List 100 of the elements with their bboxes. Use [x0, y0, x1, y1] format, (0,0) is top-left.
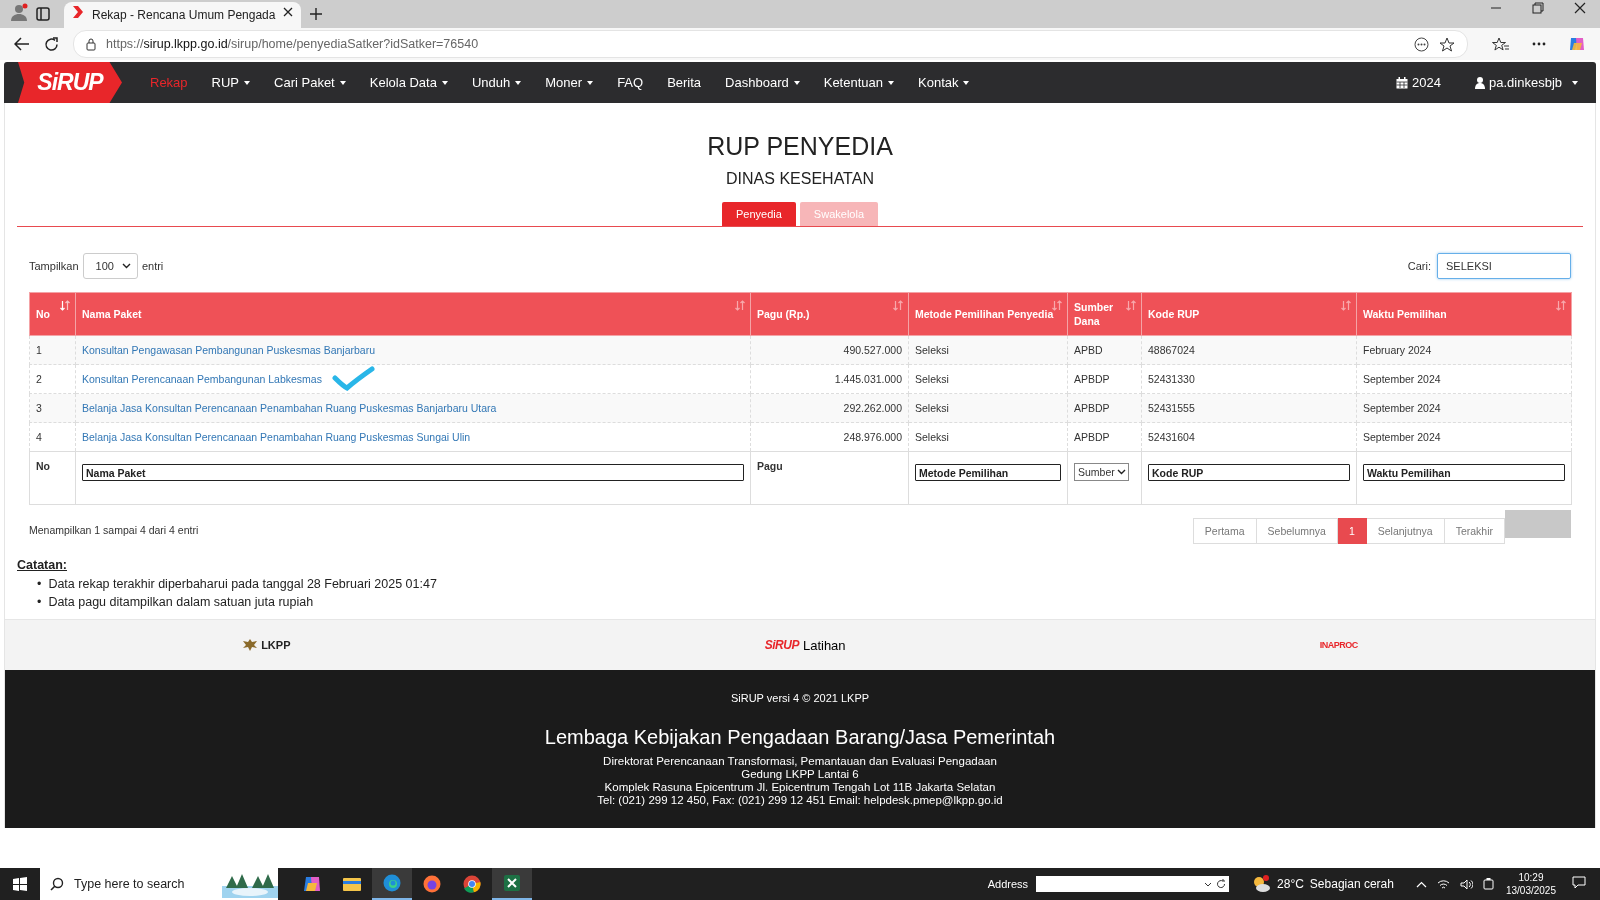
- battery-icon[interactable]: [1482, 878, 1494, 890]
- notification-icon[interactable]: [1572, 876, 1586, 889]
- url-text: https://sirup.lkpp.go.id/sirup/home/penyediaSatker?idSatker=76540: [106, 37, 480, 51]
- refresh-icon[interactable]: [44, 36, 59, 52]
- package-link[interactable]: Konsultan Perencanaan Pembangunan Labkesmas: [82, 373, 322, 385]
- chevron-down-icon: [121, 263, 131, 269]
- column-header[interactable]: No: [29, 292, 76, 336]
- column-header[interactable]: Nama Paket: [75, 292, 751, 336]
- browser-tab[interactable]: Rekap - Rencana Umum Pengada: [64, 2, 302, 28]
- filter-label: No: [29, 451, 76, 505]
- filter-field[interactable]: Waktu Pemilihan: [1363, 464, 1565, 481]
- more-icon[interactable]: [1532, 42, 1546, 46]
- filter-field[interactable]: Nama Paket: [82, 464, 744, 481]
- note-item: Data rekap terakhir diperbaharui pada tanggal 28 Februari 2025 01:47: [48, 576, 437, 593]
- page-subtitle: DINAS KESEHATAN: [725, 170, 875, 188]
- edge-icon[interactable]: [382, 873, 402, 893]
- excel-icon[interactable]: [502, 873, 522, 893]
- copilot-icon[interactable]: [302, 874, 322, 894]
- show-label: Tampilkan: [29, 260, 79, 272]
- page-button[interactable]: Selanjutnya: [1366, 518, 1445, 544]
- year-menu[interactable]: 2024: [1390, 74, 1447, 91]
- table-cell: 4: [29, 422, 76, 452]
- chevron-up-icon[interactable]: [1415, 880, 1427, 888]
- footer-version: SiRUP versi 4 © 2021 LKPP: [730, 692, 870, 704]
- nav-menu-item[interactable]: Unduh: [459, 62, 534, 103]
- column-header[interactable]: Kode RUP: [1141, 292, 1357, 336]
- footer-line: Direktorat Perencanaan Transformasi, Pemantauan dan Evaluasi Pengadaan: [602, 755, 998, 768]
- close-icon[interactable]: [283, 6, 294, 17]
- new-tab-icon[interactable]: [309, 7, 324, 21]
- lkpp-logo[interactable]: LKPP: [242, 638, 291, 652]
- firefox-icon[interactable]: [422, 874, 442, 894]
- table-cell: 1: [29, 335, 76, 365]
- column-header[interactable]: Metode Pemilihan Penyedia: [908, 292, 1068, 336]
- page-size-select[interactable]: 100: [82, 253, 138, 279]
- checkmark-icon: [331, 366, 376, 392]
- wifi-icon[interactable]: [1436, 878, 1450, 890]
- nav-menu-item[interactable]: Rekap: [138, 62, 200, 103]
- address-field[interactable]: [1036, 876, 1230, 892]
- speaker-icon[interactable]: [1459, 878, 1473, 890]
- table-cell: Seleksi: [908, 335, 1068, 365]
- chevron-down-icon: [1204, 881, 1213, 887]
- clock-time: 10:29: [1517, 871, 1545, 884]
- search-field[interactable]: SELEKSI: [1437, 253, 1571, 279]
- footer-line: Komplek Rasuna Epicentrum Jl. Epicentrum Tengah Lot 11B Jakarta Selatan: [603, 781, 997, 794]
- nav-menu-item[interactable]: Dashboard: [713, 62, 812, 103]
- note-item: Data pagu ditampilkan dalam satuan juta rupiah: [48, 594, 314, 611]
- tab-actions-icon[interactable]: [36, 7, 50, 21]
- profile-icon[interactable]: [10, 3, 28, 21]
- calendar-icon: [1396, 76, 1409, 89]
- chevron-icon: [72, 4, 84, 19]
- page-button[interactable]: 1: [1337, 518, 1367, 544]
- sort-icon[interactable]: [60, 300, 70, 311]
- chevron-down-icon: [1116, 469, 1126, 475]
- package-link[interactable]: Konsultan Pengawasan Pembangunan Puskesmas Banjarbaru: [82, 344, 376, 356]
- table-cell: 3: [29, 393, 76, 423]
- weather-icon[interactable]: [1251, 875, 1272, 893]
- table-cell: 490.527.000: [750, 335, 909, 365]
- tab[interactable]: Penyedia: [722, 202, 796, 226]
- table-cell: 52431330: [1141, 364, 1357, 394]
- close-icon[interactable]: [1574, 2, 1586, 14]
- column-header[interactable]: Waktu Pemilihan: [1356, 292, 1572, 336]
- nav-menu-item[interactable]: Kelola Data: [357, 62, 460, 103]
- nav-menu-item[interactable]: Cari Paket: [262, 62, 358, 103]
- taskbar-search[interactable]: Type here to search: [40, 868, 278, 900]
- table-cell: Seleksi: [908, 393, 1068, 423]
- page-button[interactable]: Sebelumnya: [1256, 518, 1338, 544]
- bullet: •: [37, 594, 42, 611]
- filter-select[interactable]: Sumber: [1074, 463, 1129, 481]
- nav-menu-item[interactable]: FAQ: [605, 62, 656, 103]
- page-button[interactable]: Terakhir: [1444, 518, 1505, 544]
- star-icon[interactable]: [1439, 36, 1455, 52]
- refresh-icon[interactable]: [1216, 879, 1227, 889]
- table-cell: 48867024: [1141, 335, 1357, 365]
- filter-field[interactable]: Metode Pemilihan: [915, 464, 1061, 481]
- sirup-logo[interactable]: SiRUP: [764, 638, 799, 652]
- nav-menu-item[interactable]: Kontak: [906, 62, 982, 103]
- address-bar[interactable]: https://sirup.lkpp.go.id/sirup/home/penyediaSatker?idSatker=76540: [73, 30, 1468, 58]
- column-header[interactable]: Pagu (Rp.): [750, 292, 909, 336]
- filter-field[interactable]: Kode RUP: [1148, 464, 1350, 481]
- chrome-icon[interactable]: [462, 874, 482, 894]
- back-icon[interactable]: [14, 37, 30, 51]
- windows-icon[interactable]: [13, 877, 27, 891]
- nav-menu-item[interactable]: Moner: [533, 62, 606, 103]
- user-menu[interactable]: pa.dinkesbjb: [1469, 74, 1584, 91]
- page-button[interactable]: Pertama: [1192, 518, 1257, 544]
- table-cell: February 2024: [1356, 335, 1572, 365]
- restore-icon[interactable]: [1532, 2, 1544, 14]
- nav-menu-item[interactable]: RUP: [199, 62, 263, 103]
- favorites-icon[interactable]: [1492, 36, 1510, 52]
- logo-caption: Latihan: [802, 637, 846, 653]
- notes-title: Catatan:: [17, 558, 68, 572]
- inaproc-logo[interactable]: INAPROC: [1319, 640, 1358, 650]
- nav-menu-item[interactable]: Berita: [655, 62, 714, 103]
- entries-label: entri: [141, 260, 164, 272]
- sirup-logo[interactable]: SiRUP: [18, 62, 122, 103]
- more-options-icon[interactable]: [1414, 36, 1429, 52]
- column-header[interactable]: Sumber Dana: [1067, 292, 1142, 336]
- nav-menu-item[interactable]: Ketentuan: [811, 62, 906, 103]
- table-cell: September 2024: [1356, 393, 1572, 423]
- footer-line: Gedung LKPP Lantai 6: [740, 768, 860, 781]
